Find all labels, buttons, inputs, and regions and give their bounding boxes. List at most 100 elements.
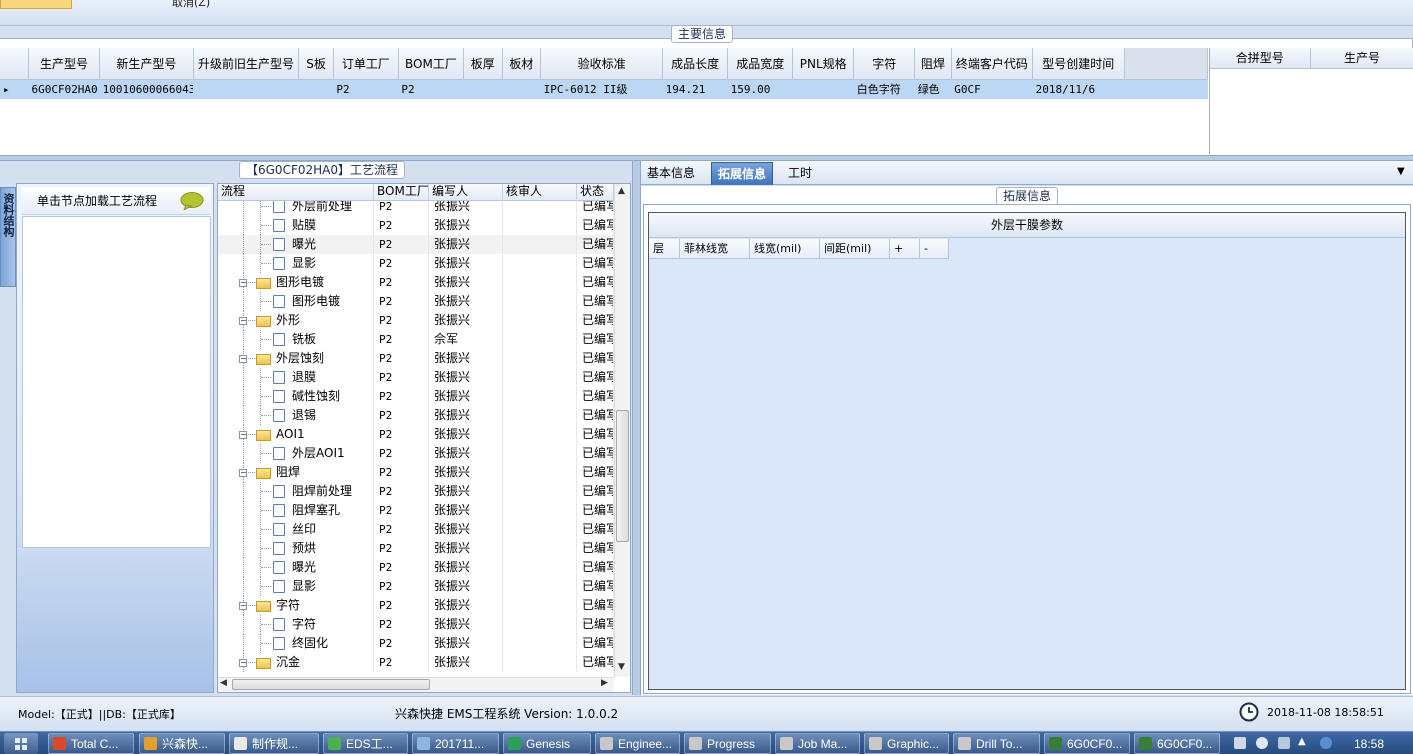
dry-col-film-width[interactable]: 菲林线宽 <box>680 239 750 259</box>
flow-writer-cell[interactable]: 张振兴 <box>429 577 503 596</box>
product-table[interactable]: 生产型号 新生产型号 升级前旧生产型号 S板 订单工厂 BOM工厂 板厚 板材 验收标准 成品长度… <box>0 48 1209 99</box>
product-col-header[interactable]: 新生产型号 <box>99 48 194 80</box>
flow-bom-cell[interactable]: P2 <box>374 577 429 596</box>
flow-writer-cell[interactable]: 佘军 <box>429 330 503 349</box>
flow-reviewer-cell[interactable] <box>503 558 577 577</box>
taskbar-window-button[interactable]: Drill To... <box>953 733 1040 754</box>
product-col-header[interactable]: 阻焊 <box>914 48 952 80</box>
flow-tree-row[interactable]: 阻焊塞孔 P2张振兴 已编写 <box>218 501 614 520</box>
flow-writer-cell[interactable]: 张振兴 <box>429 201 503 216</box>
flow-status-cell[interactable]: 已编写 <box>577 539 614 558</box>
product-col-header[interactable]: 型号创建时间 <box>1032 48 1125 80</box>
taskbar-window-button[interactable]: Enginee... <box>595 733 680 754</box>
taskbar-window-button[interactable]: EDS工... <box>323 733 408 754</box>
cancel-menu-item[interactable]: 取消(Z) <box>172 0 210 10</box>
flow-status-cell[interactable]: 已编写 <box>577 444 614 463</box>
flow-writer-cell[interactable]: 张振兴 <box>429 444 503 463</box>
add-row-button[interactable]: + <box>890 239 920 259</box>
product-cell[interactable]: 10010600066043 <box>99 79 194 99</box>
taskbar-window-button[interactable]: 兴森快... <box>139 733 225 754</box>
flow-tree-row[interactable]: − 外形 P2张振兴 已编写 <box>218 311 614 330</box>
keyboard-icon[interactable] <box>1234 737 1246 749</box>
product-col-header[interactable]: 板材 <box>502 48 542 80</box>
pen-icon[interactable] <box>1278 737 1290 749</box>
flow-tree-row[interactable]: 退膜 P2张振兴 已编写 <box>218 368 614 387</box>
taskbar-window-button[interactable]: Total C... <box>48 733 134 754</box>
flow-tree-row[interactable]: 显影 P2张振兴 已编写 <box>218 254 614 273</box>
flow-tree-row[interactable]: − 阻焊 P2张振兴 已编写 <box>218 463 614 482</box>
flow-tree-row[interactable]: 字符 P2张振兴 已编写 <box>218 615 614 634</box>
flow-writer-cell[interactable]: 张振兴 <box>429 653 503 672</box>
flow-col-status[interactable]: 状态 <box>577 184 614 201</box>
flow-status-cell[interactable]: 已编写 <box>577 273 614 292</box>
scroll-down-icon[interactable]: ▼ <box>618 662 625 672</box>
flow-tree-node[interactable]: 丝印 <box>218 520 374 539</box>
flow-tree-row[interactable]: 显影 P2张振兴 已编写 <box>218 577 614 596</box>
flow-writer-cell[interactable]: 张振兴 <box>429 216 503 235</box>
product-cell[interactable]: 2018/11/6 <box>1032 79 1125 99</box>
product-cell[interactable]: P2 <box>333 79 399 99</box>
scroll-right-icon[interactable]: ▶ <box>601 678 608 688</box>
flow-tree-node[interactable]: 曝光 <box>218 558 374 577</box>
flow-writer-cell[interactable]: 张振兴 <box>429 368 503 387</box>
product-col-header[interactable] <box>1124 48 1209 80</box>
flow-status-cell[interactable]: 已编写 <box>577 463 614 482</box>
flow-status-cell[interactable]: 已编写 <box>577 520 614 539</box>
product-col-header[interactable]: 生产型号 <box>28 48 101 80</box>
product-cell[interactable]: G0CF <box>951 79 1033 99</box>
flow-status-cell[interactable]: 已编写 <box>577 577 614 596</box>
flow-writer-cell[interactable]: 张振兴 <box>429 235 503 254</box>
flow-tree-row[interactable]: − 沉金 P2张振兴 已编写 <box>218 653 614 672</box>
product-cell[interactable]: ▸ <box>0 79 29 99</box>
flow-writer-cell[interactable]: 张振兴 <box>429 482 503 501</box>
flow-writer-cell[interactable]: 张振兴 <box>429 501 503 520</box>
product-col-header[interactable]: 字符 <box>853 48 916 80</box>
merge-model-table[interactable]: 合拼型号 生产号 <box>1210 48 1413 69</box>
table-row[interactable]: ▸ 6G0CF02HA0 10010600066043 P2 P2 IPC-6012 II… <box>0 79 1208 99</box>
flow-status-cell[interactable]: 已编写 <box>577 634 614 653</box>
collapse-node-icon[interactable]: − <box>239 659 247 667</box>
taskbar-window-button[interactable]: Progress <box>684 733 771 754</box>
dry-col-spacing[interactable]: 间距(mil) <box>820 239 890 259</box>
flow-status-cell[interactable]: 已编写 <box>577 311 614 330</box>
flow-bom-cell[interactable]: P2 <box>374 501 429 520</box>
flow-tree-node[interactable]: 阻焊前处理 <box>218 482 374 501</box>
flow-status-cell[interactable]: 已编写 <box>577 596 614 615</box>
dry-col-layer[interactable]: 层 <box>649 239 680 259</box>
flow-status-cell[interactable]: 已编写 <box>577 558 614 577</box>
flow-tree-node[interactable]: 图形电镀 <box>218 292 374 311</box>
flow-tree-row[interactable]: 退锡 P2张振兴 已编写 <box>218 406 614 425</box>
flow-reviewer-cell[interactable] <box>503 311 577 330</box>
flow-bom-cell[interactable]: P2 <box>374 235 429 254</box>
flow-tree-node[interactable]: 贴膜 <box>218 216 374 235</box>
flow-reviewer-cell[interactable] <box>503 539 577 558</box>
flow-reviewer-cell[interactable] <box>503 444 577 463</box>
product-cell[interactable]: 159.00 <box>727 79 793 99</box>
taskbar-window-button[interactable]: Graphic... <box>864 733 949 754</box>
flow-tree-row[interactable]: 曝光 P2张振兴 已编写 <box>218 235 614 254</box>
taskbar-window-button[interactable]: 201711... <box>412 733 499 754</box>
merge-col-header[interactable]: 合拼型号 <box>1210 48 1311 69</box>
flow-writer-cell[interactable]: 张振兴 <box>429 634 503 653</box>
tab-basic-info[interactable]: 基本信息 <box>641 162 701 185</box>
product-cell[interactable]: 白色字符 <box>853 79 915 99</box>
product-cell[interactable] <box>792 79 854 99</box>
flow-reviewer-cell[interactable] <box>503 201 577 216</box>
flow-col-writer[interactable]: 编写人 <box>429 184 503 201</box>
flow-status-cell[interactable]: 已编写 <box>577 349 614 368</box>
flow-bom-cell[interactable]: P2 <box>374 368 429 387</box>
remove-row-button[interactable]: - <box>920 239 949 259</box>
flow-status-cell[interactable]: 已编写 <box>577 216 614 235</box>
flow-col-bom[interactable]: BOM工厂 <box>374 184 429 201</box>
flow-tree-node[interactable]: 预烘 <box>218 539 374 558</box>
scroll-up-icon[interactable]: ▲ <box>618 186 625 196</box>
collapse-node-icon[interactable]: − <box>239 469 247 477</box>
flow-reviewer-cell[interactable] <box>503 577 577 596</box>
help-icon[interactable] <box>1256 737 1268 749</box>
product-col-header[interactable]: PNL规格 <box>792 48 855 80</box>
flow-tree-row[interactable]: − 外层蚀刻 P2张振兴 已编写 <box>218 349 614 368</box>
collapse-node-icon[interactable]: − <box>239 317 247 325</box>
flow-reviewer-cell[interactable] <box>503 235 577 254</box>
taskbar-window-button[interactable]: 6G0CF0... <box>1044 733 1130 754</box>
flow-bom-cell[interactable]: P2 <box>374 201 429 216</box>
